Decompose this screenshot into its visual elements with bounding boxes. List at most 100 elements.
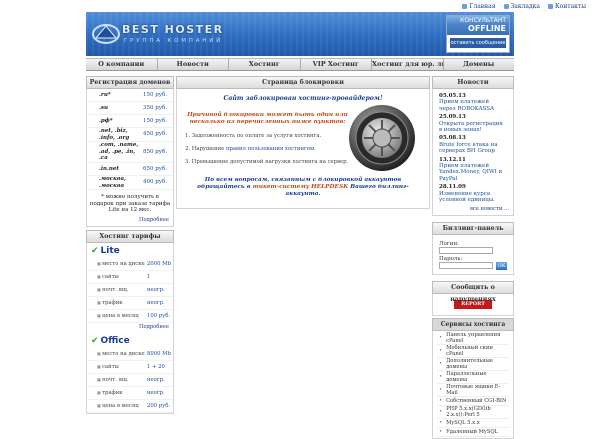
nav-about[interactable]: О компании [86, 59, 158, 70]
plan-row: почт. ящ.неогр. [87, 284, 173, 297]
domain-zone[interactable]: .москва, .москва [87, 176, 143, 189]
domains-note: * можно получить в подарок при заказе та… [89, 194, 171, 214]
contacts-icon [548, 3, 553, 9]
news-box: 05.05.13 Прием платежей через ROBOKASSA 25… [432, 89, 514, 216]
domain-zone[interactable]: .in.net [87, 166, 143, 173]
leave-message-button[interactable]: оставить сообщение [450, 38, 506, 48]
reason-item: 2. Нарушение правил пользования хостинго… [185, 146, 316, 152]
news-title: Новости [432, 76, 514, 89]
service-item[interactable]: Почтовые ящики E-Mail [437, 384, 509, 397]
vault-lock-icon [349, 105, 415, 171]
nav-news[interactable]: Новости [158, 59, 229, 70]
plan-feature: цена в месяц [87, 313, 147, 320]
top-links: Главная Закладка Контакты [0, 0, 600, 12]
consultant-widget[interactable]: КОНСУЛЬТАНТ OFFLINE оставить сообщение [446, 15, 510, 53]
domain-row[interactable]: .com, .name, .ad, .pe, .in, .ca 850 руб. [87, 142, 173, 163]
password-input[interactable] [439, 262, 493, 269]
check-icon: ✔ [91, 245, 99, 256]
main-nav: О компании Новости Хостинг VIP Хостинг Х… [86, 58, 514, 71]
news-item: 28.11.09 Изменение курса условной единицы… [433, 183, 513, 204]
domain-price: 400 руб. [143, 179, 168, 186]
plan-value: неогр. [147, 389, 165, 396]
service-item[interactable]: Удаленный MySQL [437, 428, 509, 437]
login-button[interactable]: ОК [496, 261, 507, 270]
plan-feature: почт. ящ. [87, 287, 147, 294]
contacts-link[interactable]: Контакты [548, 3, 586, 10]
plan-row: сайты1 [87, 271, 173, 284]
service-item[interactable]: Параллельные домены [437, 371, 509, 384]
left-column: Регистрация доменов .ru* 150 руб. .su 350 р… [86, 76, 174, 414]
service-item[interactable]: Дополнительные домены [437, 358, 509, 371]
domain-row[interactable]: .рф* 150 руб. [87, 115, 173, 128]
helpdesk-link[interactable]: тикет-систему HELPDESK [253, 184, 349, 190]
block-heading: Сайт заблокирован хостинг-провайдером! [223, 95, 383, 102]
lite-more-link[interactable]: Подробнее [87, 323, 173, 333]
domain-price: 150 руб. [143, 117, 168, 124]
plan-value: 1 [147, 273, 151, 280]
domain-zone[interactable]: .su [87, 105, 143, 112]
news-link[interactable]: Brute force атака на серверах BH Group [439, 142, 507, 155]
nav-business-hosting[interactable]: Хостинг для юр. лиц [372, 59, 444, 70]
plan-lite[interactable]: ✔ Lite [87, 243, 173, 258]
billing-title: Биллинг-панель [432, 221, 514, 235]
plan-value: неогр. [147, 376, 165, 383]
nav-hosting[interactable]: Хостинг [229, 59, 301, 70]
plan-value: 1 + 20 [147, 363, 165, 370]
domain-zone[interactable]: .ru* [87, 92, 143, 99]
domain-row[interactable]: .net, .biz, .info, .org 450 руб. [87, 128, 173, 143]
news-link[interactable]: Изменение курса условной единицы. [439, 191, 507, 204]
domain-zone[interactable]: .рф* [87, 118, 143, 125]
nav-domains[interactable]: Домены [444, 59, 515, 70]
domain-zone[interactable]: .com, .name, .ad, .pe, .in, .ca [87, 142, 143, 162]
news-item: 13.12.11 Прием платежей Yandex.Money, QIW… [433, 156, 513, 184]
logo-text[interactable]: BEST HOSTER [122, 23, 224, 36]
plan-feature: сайты [87, 364, 147, 371]
plan-feature: трафик [87, 300, 147, 307]
domain-price: 450 руб. [143, 131, 168, 138]
services-title: Сервисы хостинга [432, 317, 514, 331]
domain-row[interactable]: .in.net 650 руб. [87, 163, 173, 176]
bookmark-link[interactable]: Закладка [503, 3, 540, 10]
domain-price: 150 руб. [143, 91, 168, 98]
news-link[interactable]: Прием платежей через ROBOKASSA [439, 99, 507, 112]
service-item[interactable]: Собственный CGI-BIN [437, 397, 509, 406]
helpdesk-note: По всем вопросам, связанным с блокировко… [197, 177, 409, 197]
domains-more-link[interactable]: Подробнее [87, 216, 173, 226]
plan-row: цена в месяц200 руб. [87, 400, 173, 413]
domains-box: .ru* 150 руб. .su 350 руб. .рф* 150 руб. .net,… [86, 89, 174, 227]
service-item[interactable]: PHP 5.x.x(GD(lib 2.x.x)):Perl 5 [437, 406, 509, 419]
logo-subtitle: ГРУППА КОМПАНИЙ [124, 38, 224, 44]
nav-vip-hosting[interactable]: VIP Хостинг [301, 59, 372, 70]
plan-row: трафикнеогр. [87, 297, 173, 310]
main-column: Страница блокировки Сайт заблокирован хо… [176, 76, 430, 209]
services-list: Панель управления cPanelМобильный скин c… [432, 330, 514, 439]
domains-title: Регистрация доменов [86, 76, 174, 89]
news-link[interactable]: Прием платежей Yandex.Money, QIWI и PayP… [439, 163, 507, 182]
plan-office[interactable]: ✔ Office [87, 333, 173, 348]
reason-item: 1. Задолженность по оплате за услуги хос… [185, 133, 322, 139]
plan-value: неогр. [147, 299, 165, 306]
news-link[interactable]: Открыта регистрация в новых зонах! [439, 121, 507, 134]
plan-row: место на диске8000 Mb [87, 348, 173, 361]
reason-item: 3. Превышение допустимой нагрузки хостин… [185, 159, 349, 165]
service-item[interactable]: Панель управления cPanel [437, 332, 509, 345]
plan-feature: место на диске [87, 351, 147, 358]
domain-row[interactable]: .москва, .москва 400 руб. [87, 176, 173, 191]
login-input[interactable] [439, 246, 493, 254]
rules-link[interactable]: правил пользования хостингом. [226, 146, 316, 152]
plan-row: сайты1 + 20 [87, 361, 173, 374]
header-banner: BEST HOSTER ГРУППА КОМПАНИЙ КОНСУЛЬТАНТ … [86, 12, 514, 56]
service-item[interactable]: MySQL 5.x.x [437, 419, 509, 428]
plan-value: 8000 Mb [147, 350, 171, 357]
consultant-status: OFFLINE [447, 24, 509, 35]
domain-row[interactable]: .ru* 150 руб. [87, 89, 173, 102]
plan-feature: почт. ящ. [87, 377, 147, 384]
home-link[interactable]: Главная [462, 3, 496, 10]
consultant-label: КОНСУЛЬТАНТ [447, 16, 509, 24]
domain-zone[interactable]: .net, .biz, .info, .org [87, 128, 143, 141]
page-title: Страница блокировки [176, 76, 430, 89]
domain-row[interactable]: .su 350 руб. [87, 102, 173, 115]
service-item[interactable]: Мобильный скин cPanel [437, 345, 509, 358]
plan-feature: место на диске [87, 261, 147, 268]
all-news-link[interactable]: все новости ... [433, 205, 513, 215]
